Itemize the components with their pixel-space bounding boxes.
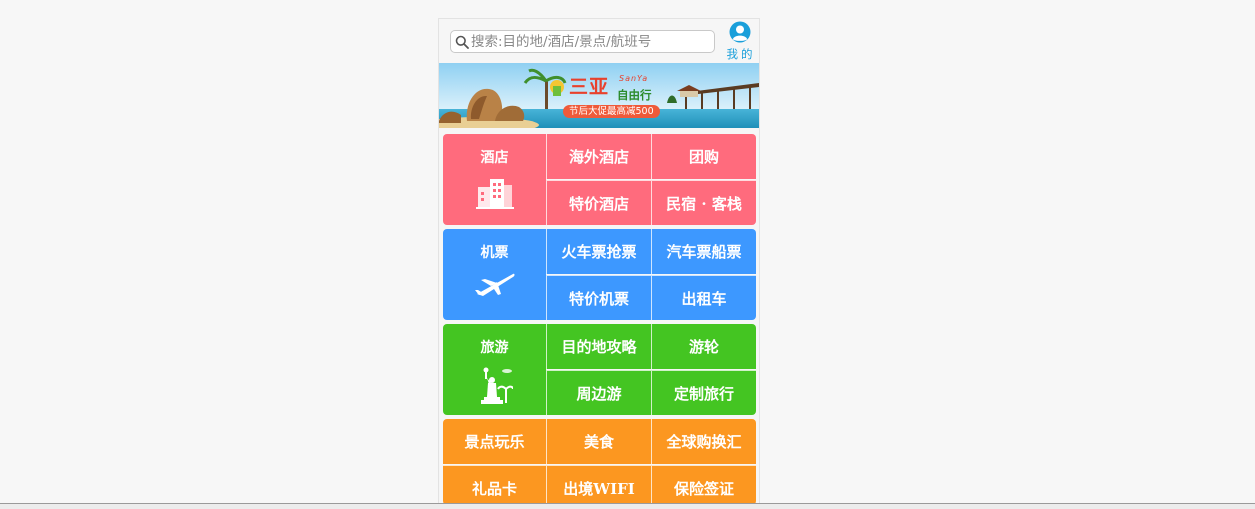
banner-title: 三亚	[569, 76, 610, 98]
other-section: 景点玩乐 美食 全球购换汇 礼品卡 出境WIFI 保险签证	[443, 419, 756, 505]
service-grid: 酒店 海外酒店 团购 特价酒店 民宿 · 客栈 机票 火车票抢票 汽车票船票 特…	[443, 134, 756, 509]
banner-title-en: SanYa	[619, 74, 649, 83]
hotel-main-label: 酒店	[480, 150, 509, 166]
insurance-visa-button[interactable]: 保险签证	[651, 465, 756, 505]
global-shopping-button[interactable]: 全球购换汇	[651, 419, 756, 464]
travel-main-button[interactable]: 旅游	[443, 324, 546, 415]
banner-subtitle: 自由行	[617, 88, 652, 102]
search-icon	[455, 35, 469, 49]
header: 我的	[439, 19, 759, 63]
promo-banner[interactable]: 三亚 SanYa 自由行 节后大促最高减500	[439, 63, 759, 128]
train-ticket-button[interactable]: 火车票抢票	[546, 229, 651, 274]
overseas-hotel-button[interactable]: 海外酒店	[546, 134, 651, 179]
travel-main-label: 旅游	[480, 340, 509, 356]
hotel-building-icon	[475, 179, 514, 209]
attractions-button[interactable]: 景点玩乐	[443, 419, 546, 464]
bottom-bar	[0, 504, 1255, 509]
user-avatar-icon	[729, 21, 751, 43]
gift-card-button[interactable]: 礼品卡	[443, 465, 546, 505]
flight-main-button[interactable]: 机票	[443, 229, 546, 320]
mobile-page: 我的	[438, 18, 760, 509]
hotel-section: 酒店 海外酒店 团购 特价酒店 民宿 · 客栈	[443, 134, 756, 225]
destination-guide-button[interactable]: 目的地攻略	[546, 324, 651, 369]
homestay-inn-button[interactable]: 民宿 · 客栈	[651, 180, 756, 225]
statue-of-liberty-icon	[480, 367, 513, 404]
taxi-button[interactable]: 出租车	[651, 275, 756, 320]
group-buy-button[interactable]: 团购	[651, 134, 756, 179]
me-button[interactable]: 我的	[725, 20, 757, 62]
food-button[interactable]: 美食	[546, 419, 651, 464]
search-input[interactable]	[471, 31, 709, 52]
cruise-button[interactable]: 游轮	[651, 324, 756, 369]
special-hotel-button[interactable]: 特价酒店	[546, 180, 651, 225]
custom-tour-button[interactable]: 定制旅行	[651, 370, 756, 415]
overseas-wifi-button[interactable]: 出境WIFI	[546, 465, 651, 505]
travel-section: 旅游 目的地攻略 游轮 周边游 定制旅行	[443, 324, 756, 415]
me-label: 我的	[726, 47, 756, 61]
special-flight-button[interactable]: 特价机票	[546, 275, 651, 320]
hotel-main-button[interactable]: 酒店	[443, 134, 546, 225]
nearby-tour-button[interactable]: 周边游	[546, 370, 651, 415]
search-box[interactable]	[450, 30, 715, 53]
flight-section: 机票 火车票抢票 汽车票船票 特价机票 出租车	[443, 229, 756, 320]
airplane-icon	[474, 273, 514, 296]
banner-promo: 节后大促最高减500	[563, 105, 660, 118]
flight-main-label: 机票	[480, 245, 509, 261]
bus-ferry-ticket-button[interactable]: 汽车票船票	[651, 229, 756, 274]
